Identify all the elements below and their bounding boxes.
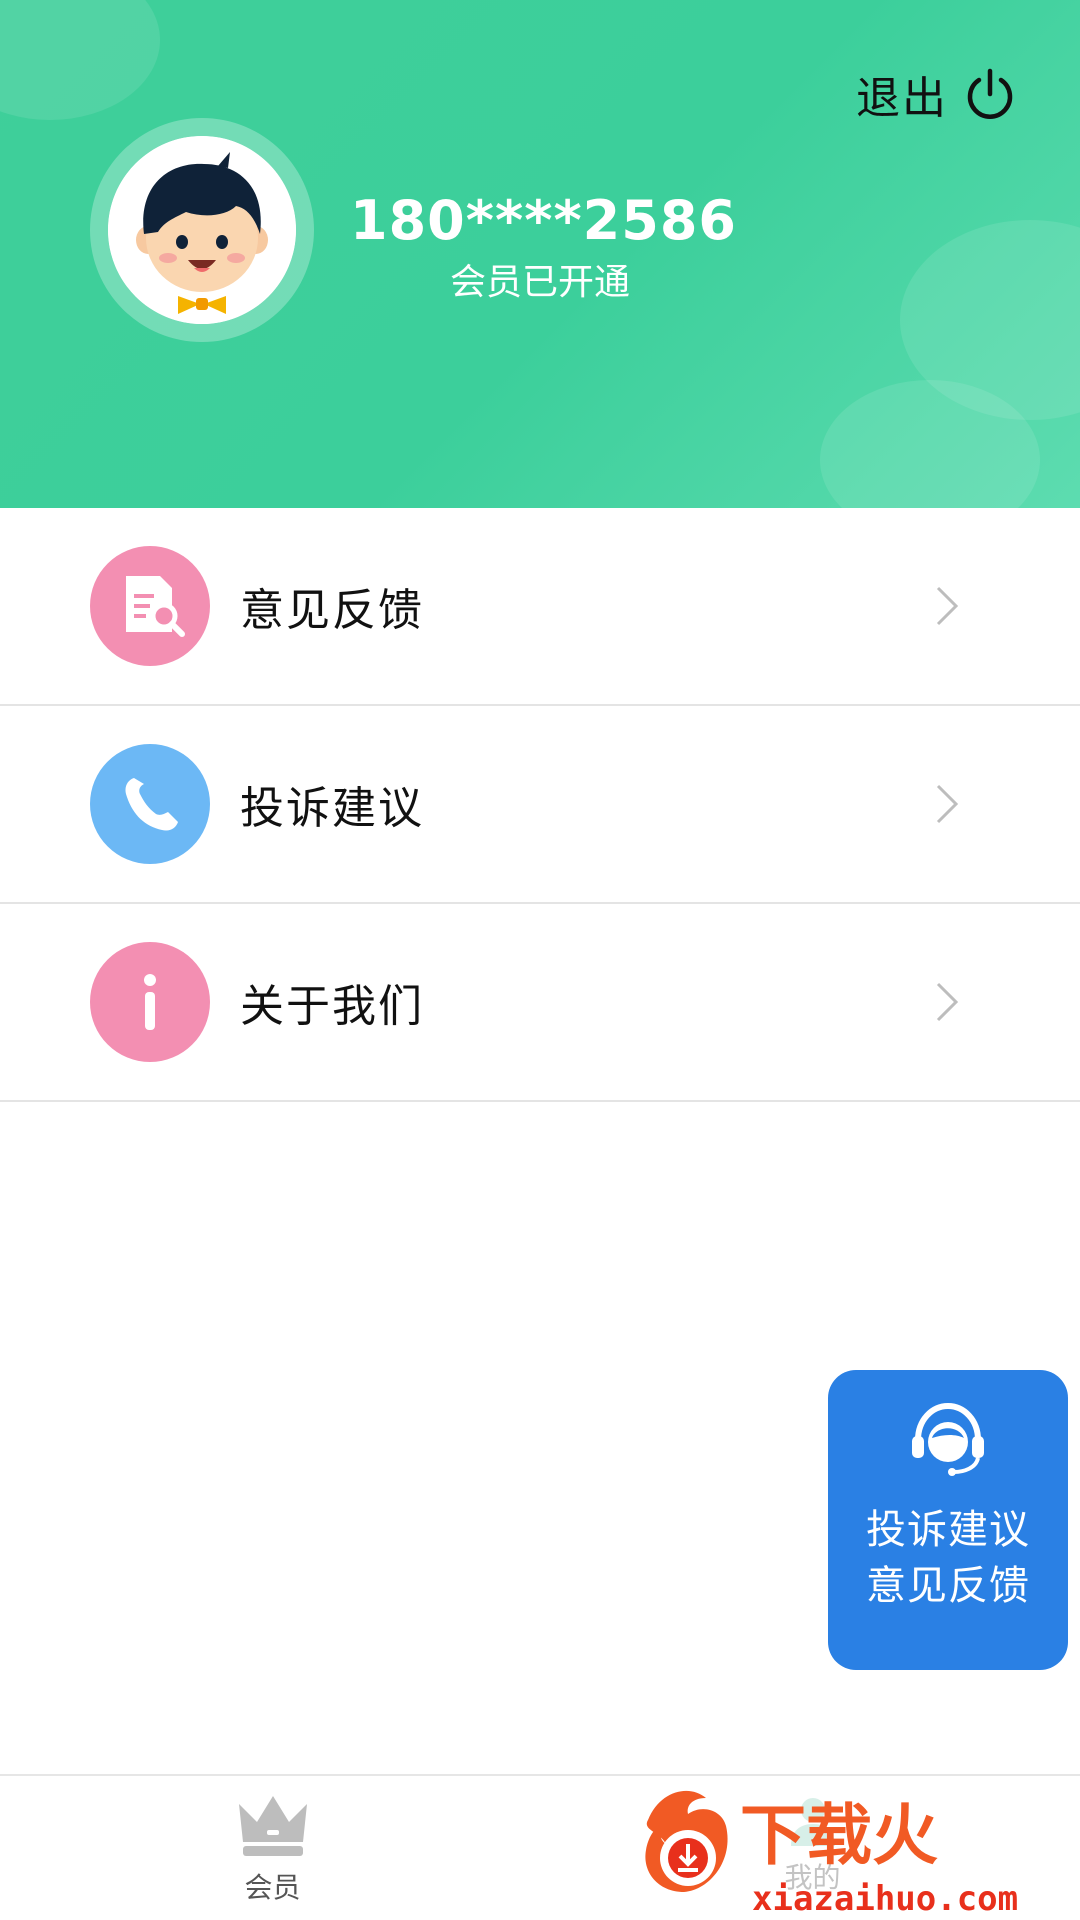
service-line-complaint: 投诉建议 <box>866 1507 1030 1553</box>
boy-avatar-icon <box>108 136 296 324</box>
xiazaihuo-watermark-logo: 下载火 xiazaihuo.com <box>640 1780 1080 1920</box>
member-status: 会员已开通 <box>449 262 630 303</box>
menu-item-about[interactable]: 关于我们 <box>0 904 1080 1102</box>
info-icon <box>90 942 210 1062</box>
chevron-right-icon <box>934 980 960 1024</box>
avatar[interactable] <box>108 136 296 324</box>
logout-label: 退出 <box>856 73 948 124</box>
menu-item-label: 关于我们 <box>240 981 424 1032</box>
settings-menu: 意见反馈 投诉建议 关于我们 <box>0 508 1080 1102</box>
svg-text:下载火: 下载火 <box>740 1797 938 1874</box>
avatar-ring <box>90 118 314 342</box>
chevron-right-icon <box>934 584 960 628</box>
menu-item-label: 意见反馈 <box>240 585 424 636</box>
phone-icon <box>90 744 210 864</box>
chevron-right-icon <box>934 782 960 826</box>
customer-service-button[interactable]: 投诉建议 意见反馈 <box>828 1370 1068 1670</box>
profile-header: 退出 180****2586 会员已开通 <box>0 0 1080 508</box>
document-search-icon <box>90 546 210 666</box>
user-phone: 180****2586 <box>350 189 737 252</box>
menu-item-complaint[interactable]: 投诉建议 <box>0 706 1080 904</box>
user-info: 180****2586 会员已开通 <box>350 186 737 306</box>
power-icon <box>967 68 1013 119</box>
nav-tab-member[interactable]: 会员 <box>220 1790 325 1906</box>
header-cloud-decoration <box>0 0 160 120</box>
logout-button[interactable]: 退出 <box>856 62 1018 126</box>
headset-agent-icon <box>912 1402 984 1476</box>
menu-item-feedback[interactable]: 意见反馈 <box>0 508 1080 706</box>
svg-text:xiazaihuo.com: xiazaihuo.com <box>752 1879 1018 1919</box>
nav-tab-label: 会员 <box>244 1871 301 1904</box>
menu-item-label: 投诉建议 <box>240 783 424 834</box>
service-line-feedback: 意见反馈 <box>866 1563 1030 1609</box>
crown-icon <box>238 1796 307 1856</box>
